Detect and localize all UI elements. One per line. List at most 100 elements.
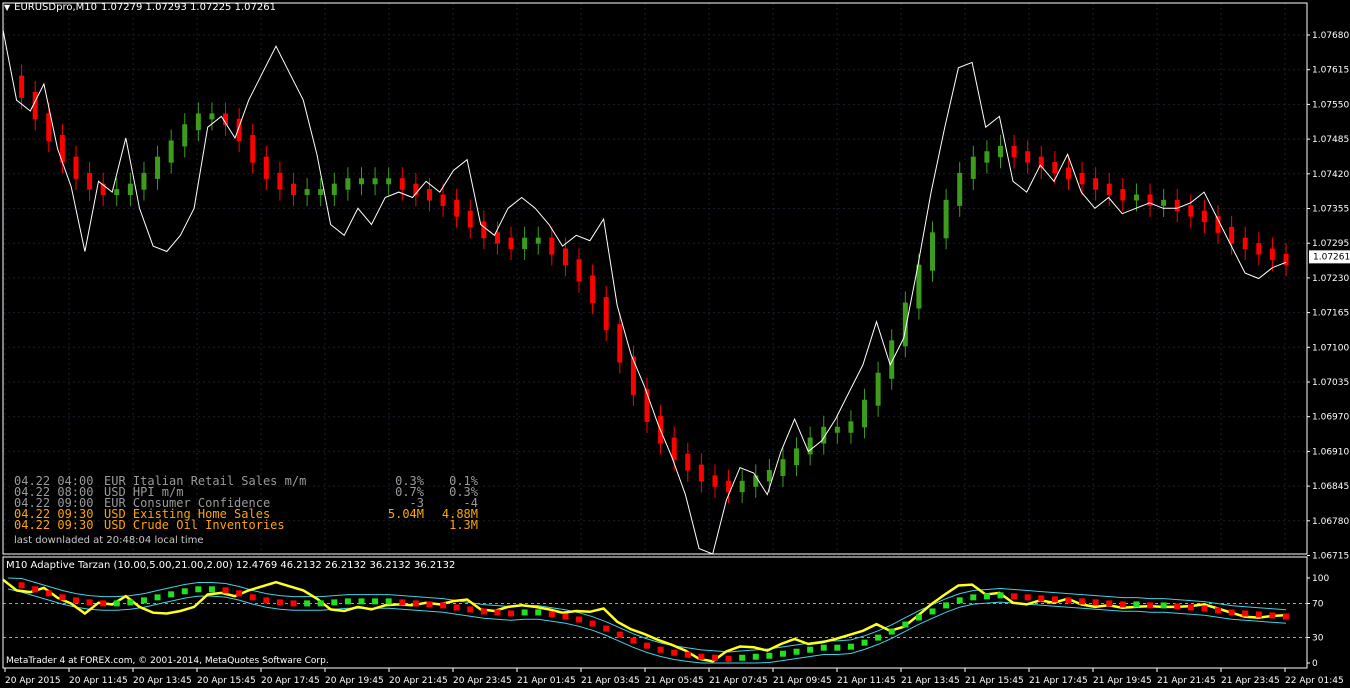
candle-body: [87, 172, 93, 190]
signal-marker: [698, 653, 705, 660]
price-label: 1.07295: [1312, 239, 1349, 249]
signal-marker: [1283, 613, 1289, 620]
signal-marker: [113, 600, 120, 607]
signal-marker: [562, 613, 569, 620]
news-actual: [364, 520, 424, 531]
candle-body: [522, 237, 528, 250]
signal-marker: [1011, 593, 1018, 600]
time-label: 20 Apr 2015: [5, 676, 61, 686]
signal-marker: [888, 628, 895, 635]
signal-marker: [711, 654, 718, 661]
price-label: 1.07680: [1312, 31, 1349, 41]
level-label: 30: [1312, 634, 1324, 644]
candle-body: [617, 324, 623, 363]
signal-marker: [1160, 602, 1167, 609]
candle-body: [834, 426, 840, 433]
candle-body: [997, 145, 1003, 158]
signal-marker: [1269, 612, 1276, 619]
signal-marker: [304, 600, 311, 607]
signal-marker: [943, 602, 950, 609]
signal-marker: [983, 593, 990, 600]
signal-marker: [1079, 598, 1086, 605]
signal-marker: [72, 597, 79, 604]
signal-marker: [100, 600, 107, 607]
signal-marker: [793, 648, 800, 655]
price-axis: 1.07680 1.07615 1.07550 1.07485 1.07420 1.073…: [1307, 31, 1349, 562]
price-label: 1.06780: [1312, 517, 1349, 527]
signal-marker: [453, 604, 460, 611]
candle-body: [1025, 151, 1031, 163]
signal-marker: [440, 602, 447, 609]
candle-body: [862, 399, 868, 428]
signal-marker: [154, 594, 161, 601]
signal-marker: [1051, 596, 1058, 603]
signal-marker: [140, 597, 147, 604]
candle-body: [263, 156, 269, 179]
candle-body: [1201, 210, 1207, 223]
signal-marker: [1174, 603, 1181, 610]
candle-body: [467, 210, 473, 228]
candle-body: [508, 237, 514, 250]
signal-marker: [739, 654, 746, 661]
time-label: 20 Apr 21:45: [389, 676, 448, 686]
candle-body: [970, 156, 976, 179]
price-label: 1.06845: [1312, 482, 1349, 492]
symbol-info[interactable]: ▼ EURUSDpro,M10 1.07279 1.07293 1.07225 …: [4, 2, 276, 13]
signal-marker: [18, 582, 25, 589]
candle-body: [168, 140, 174, 163]
candle-body: [1161, 199, 1167, 206]
signal-marker: [358, 598, 365, 605]
triangle-down-icon[interactable]: ▼: [4, 3, 10, 12]
candle-body: [209, 113, 215, 120]
candle-body: [902, 302, 908, 347]
signal-marker: [208, 586, 215, 593]
signal-marker: [548, 611, 555, 618]
time-label: 20 Apr 19:45: [325, 676, 384, 686]
signal-marker: [168, 591, 175, 598]
candle-body: [277, 172, 283, 190]
signal-marker: [671, 649, 678, 656]
candle-body: [562, 248, 568, 266]
signal-marker: [276, 599, 283, 606]
candle-body: [549, 237, 555, 255]
candle-body: [576, 259, 582, 282]
signal-marker: [1242, 610, 1249, 617]
price-label: 1.07165: [1312, 309, 1349, 319]
signal-marker: [412, 600, 419, 607]
candle-body: [794, 448, 800, 466]
signal-marker: [915, 614, 922, 621]
candle-body: [1093, 178, 1099, 190]
signal-marker: [603, 625, 610, 632]
signal-marker: [127, 599, 134, 606]
time-label: 21 Apr 03:45: [581, 676, 640, 686]
news-forecast: 1.3M: [449, 518, 478, 532]
news-name: USD Crude Oil Inventories: [104, 518, 285, 532]
price-label: 1.07420: [1312, 170, 1349, 180]
time-label: 22 Apr 01:45: [1285, 676, 1344, 686]
signal-marker: [1106, 600, 1113, 607]
signal-marker: [576, 616, 583, 623]
signal-marker: [1215, 607, 1222, 614]
signal-marker: [181, 588, 188, 595]
candle-body: [141, 172, 147, 190]
signal-marker: [1147, 602, 1154, 609]
signal-marker: [956, 597, 963, 604]
candle-body: [345, 178, 351, 190]
candle-body: [766, 469, 772, 482]
candle-body: [535, 237, 541, 244]
candle-body: [1188, 205, 1194, 217]
candle-body: [1011, 145, 1017, 158]
signal-marker: [589, 620, 596, 627]
time-label: 21 Apr 15:45: [965, 676, 1024, 686]
candle-body: [1269, 248, 1275, 260]
signal-marker: [834, 644, 841, 651]
price-label: 1.07100: [1312, 343, 1349, 353]
candle-body: [930, 232, 936, 271]
signal-marker: [684, 651, 691, 658]
signal-marker: [1065, 597, 1072, 604]
price-chart[interactable]: 1.07680 1.07615 1.07550 1.07485 1.07420 1.073…: [0, 0, 1350, 688]
signal-marker: [725, 655, 732, 662]
signal-marker: [344, 598, 351, 605]
price-label: 1.07355: [1312, 205, 1349, 215]
signal-marker: [1201, 605, 1208, 612]
